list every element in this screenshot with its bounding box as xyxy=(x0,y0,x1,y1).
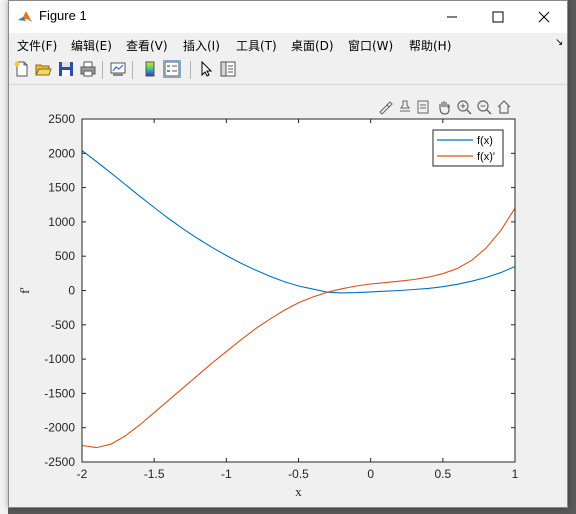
figure-toolbar xyxy=(9,56,567,85)
toolbar-separator xyxy=(190,61,191,79)
save-icon xyxy=(59,62,73,76)
menu-desktop[interactable]: 桌面(D) xyxy=(291,37,334,54)
y-tick-label: -2000 xyxy=(44,421,75,435)
plot-svg: -2 -1.5 -1 -0.5 0 0.5 1 -2500 -2000 -1500 -1000 -50… xyxy=(17,112,519,499)
menu-view[interactable]: 查看(V) xyxy=(126,37,168,54)
link-plot-icon xyxy=(110,62,126,76)
menu-insert[interactable]: 插入(I) xyxy=(183,37,220,54)
x-tick-label: -2 xyxy=(77,467,88,481)
title-bar[interactable]: Figure 1 xyxy=(9,1,567,33)
legend[interactable]: f(x) f(x)' xyxy=(432,129,504,167)
menu-help[interactable]: 帮助(H) xyxy=(409,37,451,54)
y-tick-label: -2500 xyxy=(44,455,75,469)
toolbar-separator xyxy=(102,61,103,79)
background-app xyxy=(0,0,8,514)
menu-window[interactable]: 窗口(W) xyxy=(348,37,393,54)
print-button[interactable] xyxy=(79,60,97,78)
close-button[interactable] xyxy=(521,1,567,33)
x-tick-label: 0.5 xyxy=(434,467,451,481)
menu-file[interactable]: 文件(F) xyxy=(17,37,57,54)
y-tick-label: 1000 xyxy=(48,215,75,229)
x-axis-label: x xyxy=(295,484,302,499)
menu-tools[interactable]: 工具(T) xyxy=(236,37,277,54)
close-icon xyxy=(538,11,550,23)
y-tick-label: 500 xyxy=(55,249,75,263)
y-tick-label: -1000 xyxy=(44,352,75,366)
new-figure-button[interactable] xyxy=(13,60,31,78)
print-icon xyxy=(80,61,96,77)
edit-plot-icon xyxy=(201,60,213,77)
menu-overflow-icon[interactable]: ↘ xyxy=(555,37,563,48)
window-title: Figure 1 xyxy=(39,8,87,23)
legend-label-2: f(x)' xyxy=(477,151,495,163)
menu-edit[interactable]: 编辑(E) xyxy=(71,37,112,54)
x-tick-label: 1 xyxy=(512,467,519,481)
y-tick-label: 0 xyxy=(68,284,75,298)
matlab-logo-icon xyxy=(17,9,33,25)
legend-icon xyxy=(164,61,180,77)
property-inspector-icon xyxy=(220,61,236,77)
link-plot-button[interactable] xyxy=(109,60,127,78)
maximize-icon xyxy=(492,11,504,23)
open-file-icon xyxy=(35,64,52,76)
legend-button[interactable] xyxy=(163,60,181,78)
menu-bar: 文件(F) 编辑(E) 查看(V) 插入(I) 工具(T) 桌面(D) 窗口(W… xyxy=(9,33,567,56)
x-tick-label: 0 xyxy=(367,467,374,481)
minimize-button[interactable] xyxy=(429,1,475,33)
new-figure-icon xyxy=(14,61,28,77)
figure-canvas: -2 -1.5 -1 -0.5 0 0.5 1 -2500 -2000 -1500 -1000 -50… xyxy=(9,85,567,507)
minimize-icon xyxy=(447,16,457,18)
y-tick-label: 1500 xyxy=(48,181,75,195)
legend-label-1: f(x) xyxy=(477,135,493,147)
figure-window: Figure 1 文件(F) 编辑(E) 查看(V) 插入(I) 工具(T) 桌… xyxy=(8,0,568,508)
open-file-button[interactable] xyxy=(34,60,52,78)
save-button[interactable] xyxy=(57,60,75,78)
property-inspector-button[interactable] xyxy=(219,60,237,78)
y-tick-label: 2000 xyxy=(48,146,75,160)
colorbar-button[interactable] xyxy=(141,60,159,78)
x-tick-label: -1.5 xyxy=(144,467,165,481)
y-axis-label: f' xyxy=(17,287,32,294)
maximize-button[interactable] xyxy=(475,1,521,33)
toolbar-separator xyxy=(132,61,133,79)
y-tick-label: -500 xyxy=(51,318,75,332)
edit-plot-button[interactable] xyxy=(197,60,215,78)
x-tick-label: -1 xyxy=(221,467,232,481)
axes-background[interactable] xyxy=(82,119,515,462)
y-tick-label: 2500 xyxy=(48,112,75,126)
colorbar-icon xyxy=(145,61,155,77)
y-tick-label: -1500 xyxy=(44,386,75,400)
x-tick-label: -0.5 xyxy=(288,467,309,481)
